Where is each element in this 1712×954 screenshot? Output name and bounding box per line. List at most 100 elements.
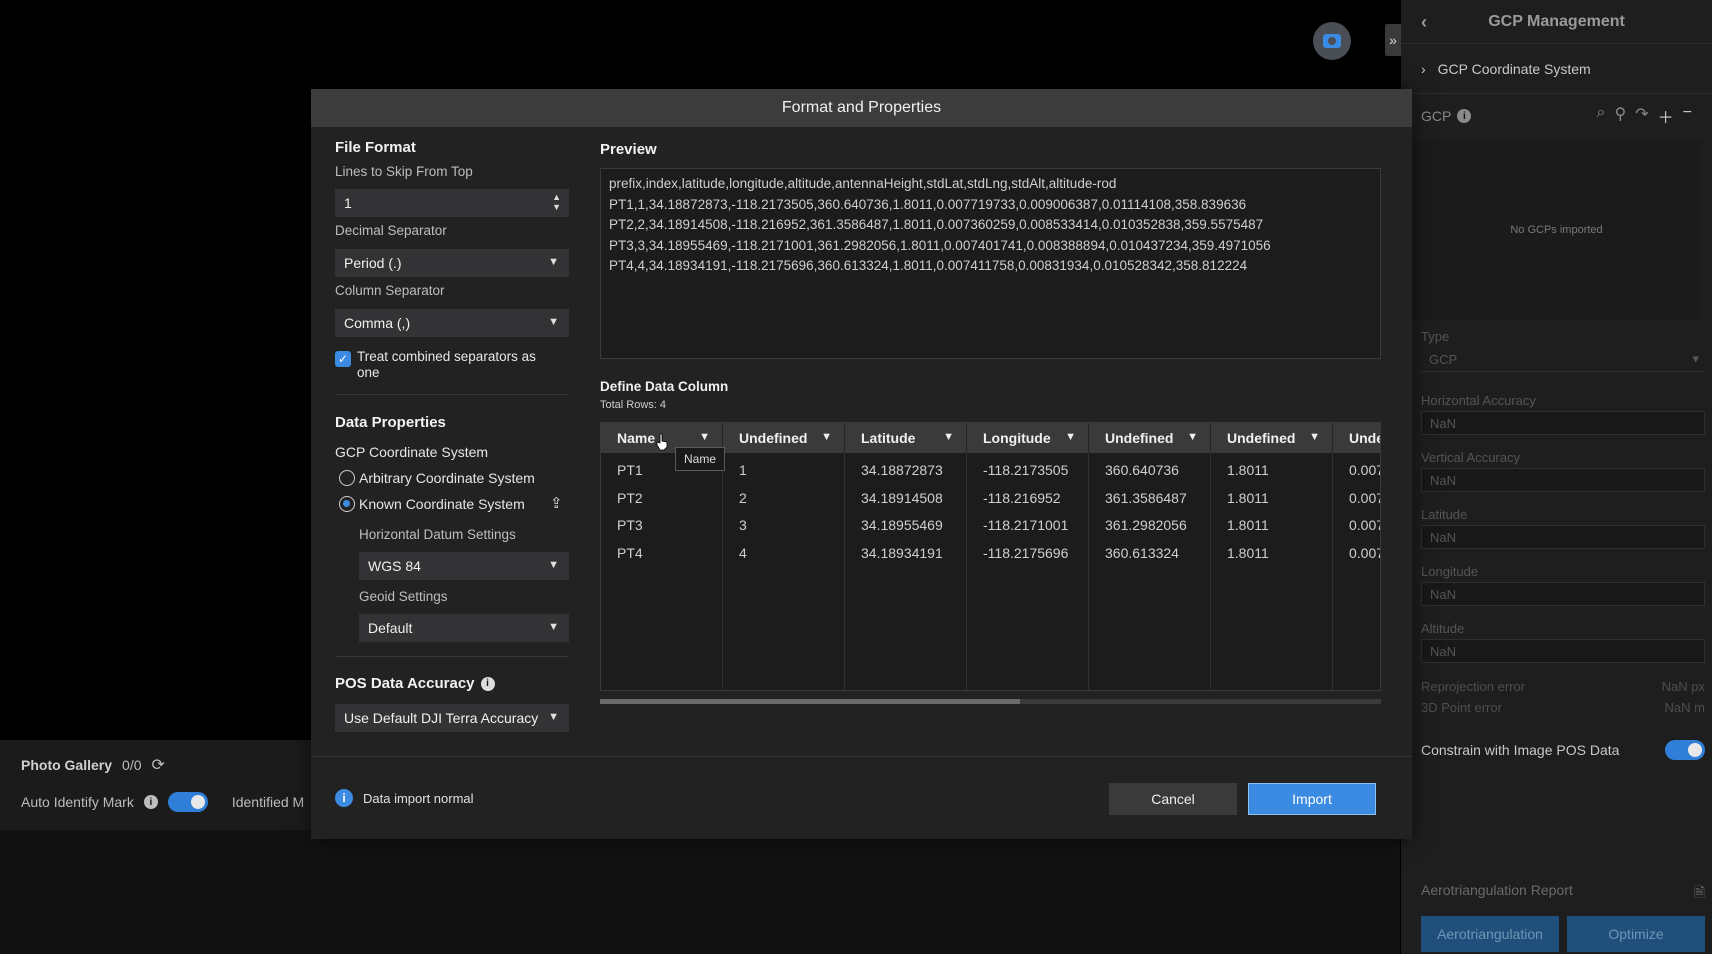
constrain-toggle[interactable]	[1665, 740, 1705, 760]
stepper-arrows-icon[interactable]: ▲ ▼	[552, 192, 561, 212]
info-icon: i	[1457, 109, 1472, 123]
table-cell: PT4	[617, 544, 643, 561]
cancel-button[interactable]: Cancel	[1109, 783, 1237, 815]
vertical-accuracy-label: Vertical Accuracy	[1421, 450, 1520, 465]
data-props-title: Data Properties	[335, 414, 446, 431]
auto-identify-toggle[interactable]	[167, 792, 208, 812]
share-icon[interactable]: ↷	[1635, 104, 1648, 128]
remove-icon[interactable]: −	[1683, 104, 1692, 128]
gcp-label: GCP	[1421, 108, 1452, 124]
auto-identify-row: Auto Identify Mark i Identified M	[21, 792, 304, 812]
back-icon[interactable]: ‹	[1421, 12, 1427, 33]
column-header-select[interactable]: Undefined ▼	[1089, 423, 1211, 453]
gcp-management-panel: ‹ GCP Management › GCP Coordinate System…	[1401, 0, 1712, 954]
column-header-label: Latitude	[861, 430, 916, 446]
photo-gallery-count: 0/0	[122, 757, 142, 773]
search-gcp-icon[interactable]: ⌕	[1597, 104, 1606, 128]
latitude-field[interactable]: NaN	[1421, 525, 1705, 549]
gcp-coord-label: GCP Coordinate System	[335, 444, 489, 460]
expand-panel-button[interactable]: »	[1385, 24, 1401, 56]
arbitrary-radio[interactable]	[339, 470, 355, 486]
reprojection-row: Reprojection error NaN px	[1421, 679, 1705, 694]
refresh-icon[interactable]: ⟳	[152, 755, 165, 775]
table-cell: -118.2171001	[983, 517, 1069, 533]
column-header-select[interactable]: Undefined ▼	[723, 423, 845, 453]
lines-skip-value: 1	[344, 195, 352, 211]
table-cell: 361.2982056	[1105, 517, 1187, 533]
locate-gcp-icon[interactable]: ⚲	[1615, 104, 1627, 128]
aerotriangulation-button[interactable]: Aerotriangulation	[1421, 916, 1559, 952]
info-icon[interactable]: i	[480, 676, 495, 691]
table-cell: 0.007	[1349, 544, 1381, 561]
column-header-select[interactable]: Undefined ▼	[1211, 423, 1333, 453]
import-coord-icon[interactable]: ⇪	[550, 494, 563, 512]
lines-skip-stepper[interactable]: 1 ▲ ▼	[335, 189, 569, 217]
import-status: i Data import normal	[335, 789, 474, 807]
point-error-value: NaN m	[1664, 700, 1705, 715]
caret-down-icon: ▼	[548, 711, 559, 723]
table-cell: PT2	[617, 489, 643, 506]
type-select[interactable]: GCP	[1421, 348, 1705, 372]
scrollbar-thumb[interactable]	[600, 699, 1020, 704]
column-header-select[interactable]: Longitude ▼	[967, 423, 1089, 453]
gcp-header-row: GCP i ⌕ ⚲ ↷ ＋ −	[1401, 94, 1712, 138]
longitude-field[interactable]: NaN	[1421, 582, 1705, 606]
caret-down-icon: ▼	[548, 621, 559, 633]
define-column-title: Define Data Column	[600, 379, 729, 394]
treat-combined-checkbox[interactable]: ✓	[335, 351, 351, 367]
app-root: Photo Gallery 0/0 ⟳ Auto Identify Mark i…	[0, 0, 1712, 954]
add-icon[interactable]: ＋	[1658, 104, 1674, 128]
horizontal-datum-select[interactable]: WGS 84 ▼	[359, 552, 569, 580]
point-error-label: 3D Point error	[1421, 700, 1502, 715]
known-radio[interactable]	[339, 496, 355, 512]
table-cell: 1.8011	[1227, 544, 1269, 561]
auto-identify-label: Auto Identify Mark	[21, 794, 134, 810]
format-properties-dialog: Format and Properties File Format Lines …	[311, 89, 1412, 839]
column-header-select[interactable]: Latitude ▼	[845, 423, 967, 453]
table-column: 34.18872873 34.18914508 34.18955469 34.1…	[845, 453, 967, 690]
pos-accuracy-select[interactable]: Use Default DJI Terra Accuracy ▼	[335, 704, 569, 732]
geoid-label: Geoid Settings	[359, 589, 448, 604]
decimal-sep-value: Period (.)	[344, 255, 402, 271]
camera-icon	[1323, 34, 1341, 48]
geoid-select[interactable]: Default ▼	[359, 614, 569, 642]
table-column: 360.640736 361.3586487 361.2982056 360.6…	[1089, 453, 1211, 690]
preview-title: Preview	[600, 141, 657, 158]
panel-header: ‹ GCP Management	[1401, 0, 1712, 44]
altitude-field[interactable]: NaN	[1421, 639, 1705, 663]
gcp-coordinate-system-row[interactable]: › GCP Coordinate System	[1401, 44, 1712, 94]
document-icon[interactable]: 🗎	[1694, 882, 1705, 906]
section-divider	[335, 656, 569, 657]
table-cell: -118.2175696	[983, 544, 1069, 561]
arbitrary-label[interactable]: Arbitrary Coordinate System	[359, 470, 535, 486]
import-button[interactable]: Import	[1248, 783, 1376, 815]
optimize-button[interactable]: Optimize	[1567, 916, 1705, 952]
panel-action-buttons: Aerotriangulation Optimize	[1421, 916, 1705, 952]
caret-down-icon: ▼	[548, 316, 559, 328]
vertical-accuracy-field[interactable]: NaN	[1421, 468, 1705, 492]
table-cell: 360.613324	[1105, 544, 1179, 561]
constrain-row: Constrain with Image POS Data	[1421, 740, 1705, 760]
photo-gallery-bar	[0, 740, 315, 830]
identified-label: Identified M	[231, 794, 305, 810]
camera-button[interactable]	[1313, 22, 1351, 60]
known-label[interactable]: Known Coordinate System	[359, 496, 525, 512]
column-header-label: Name	[617, 430, 656, 446]
latitude-label: Latitude	[1421, 507, 1468, 522]
reprojection-value: NaN px	[1661, 679, 1705, 694]
pos-accuracy-title: POS Data Accuracy i	[335, 675, 495, 692]
caret-down-icon: ▼	[699, 431, 710, 443]
caret-down-icon: ▼	[1309, 431, 1320, 443]
mouse-cursor-icon	[656, 433, 668, 451]
horizontal-accuracy-field[interactable]: NaN	[1421, 411, 1705, 435]
horizontal-scrollbar[interactable]	[600, 699, 1381, 704]
horizontal-datum-value: WGS 84	[368, 558, 421, 574]
altitude-label: Altitude	[1421, 621, 1465, 636]
total-rows-text: Total Rows: 4	[600, 399, 667, 411]
preview-line: PT1,1,34.18872873,-118.2173505,360.64073…	[609, 196, 1247, 212]
decimal-sep-select[interactable]: Period (.) ▼	[335, 249, 569, 277]
column-sep-select[interactable]: Comma (,) ▼	[335, 309, 569, 337]
table-cell: 1	[739, 462, 747, 478]
column-header-select[interactable]: Unde	[1333, 423, 1380, 453]
report-label: Aerotriangulation Report	[1421, 882, 1573, 898]
